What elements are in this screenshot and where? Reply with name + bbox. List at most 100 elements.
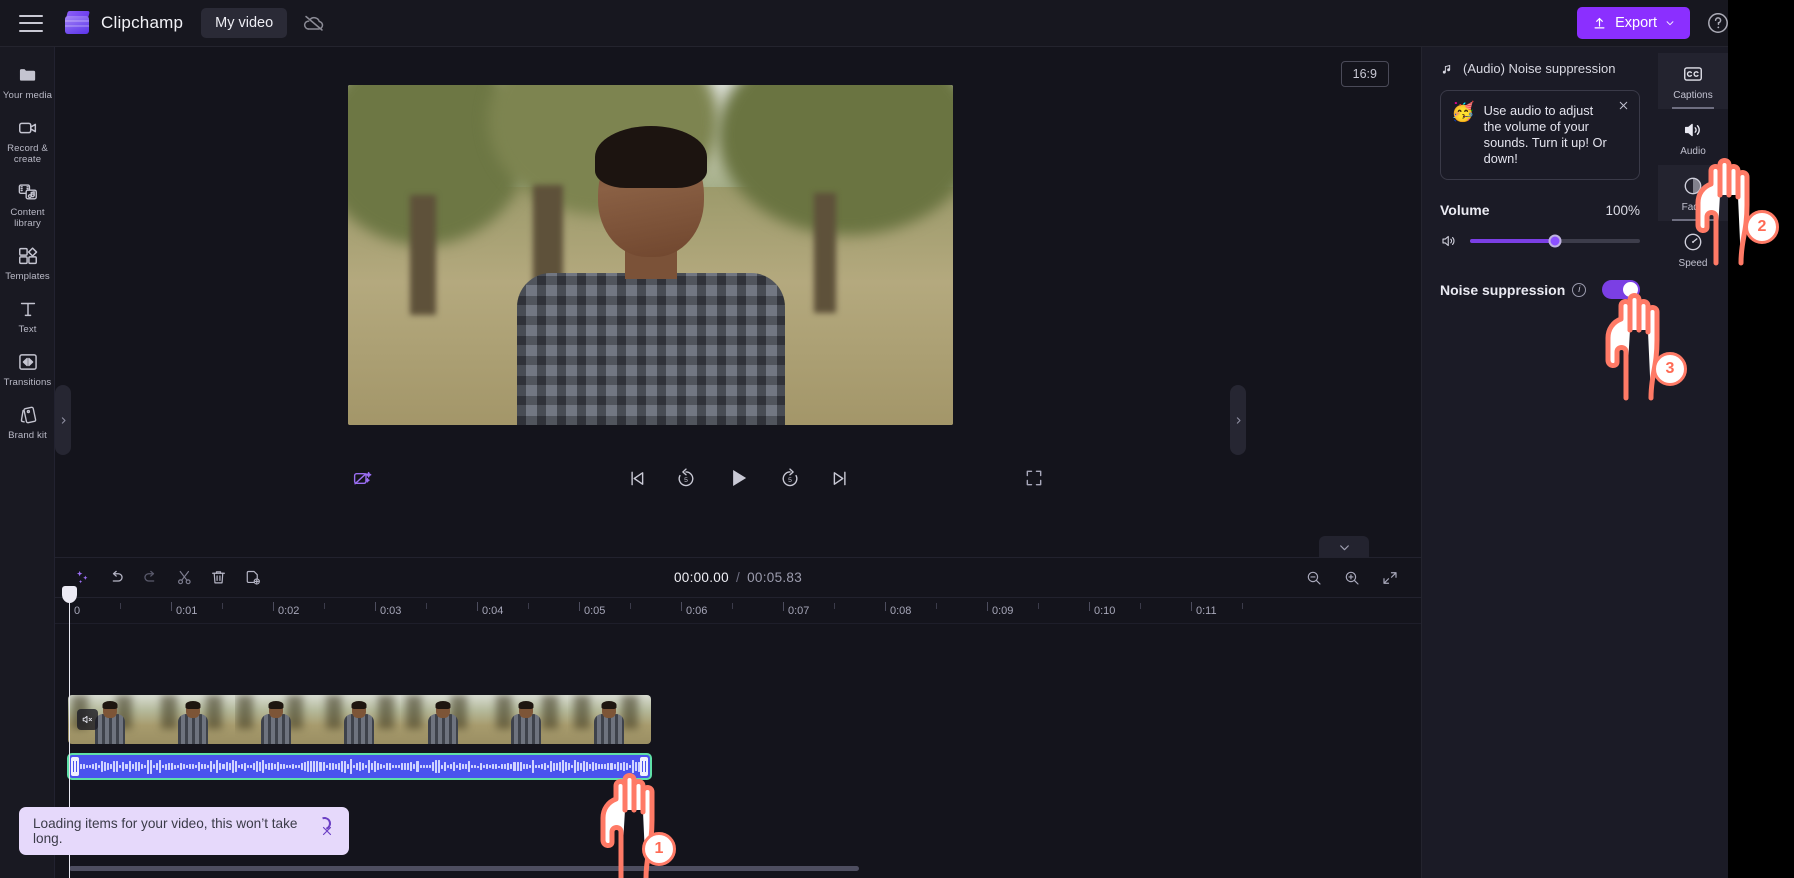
volume-slider-knob[interactable]: [1548, 234, 1562, 248]
skip-to-start-icon[interactable]: [621, 463, 651, 493]
scissors-icon[interactable]: [171, 565, 197, 591]
aspect-ratio-chip[interactable]: 16:9: [1340, 61, 1389, 87]
forward-5-icon[interactable]: 5: [775, 463, 805, 493]
transitions-icon: [17, 351, 39, 373]
sidebar-item-brand-kit[interactable]: Brand kit: [0, 395, 55, 448]
ruler-label: 0:01: [176, 605, 198, 617]
audio-clip[interactable]: [67, 753, 652, 780]
upload-icon: [1594, 17, 1605, 28]
timeline-toolbar: 00:00.00 / 00:05.83: [55, 558, 1421, 598]
sidebar-item-your-media[interactable]: Your media: [0, 55, 55, 108]
skip-to-end-icon[interactable]: [825, 463, 855, 493]
rail-item-fade[interactable]: Fade: [1658, 165, 1728, 221]
zoom-in-icon[interactable]: [1339, 565, 1365, 591]
collapse-right-panel-handle[interactable]: [1230, 385, 1246, 455]
ruler-label: 0:09: [992, 605, 1014, 617]
video-clip[interactable]: [68, 695, 651, 744]
templates-icon: [17, 245, 39, 267]
volume-value: 100%: [1605, 202, 1640, 218]
tip-card: 🥳 Use audio to adjust the volume of your…: [1440, 90, 1640, 180]
redo-icon[interactable]: [137, 565, 163, 591]
chevron-down-icon: [1666, 21, 1674, 26]
captions-icon: [1682, 63, 1704, 85]
svg-text:5: 5: [684, 477, 688, 484]
cloud-off-icon[interactable]: [301, 10, 327, 36]
fade-icon: [1682, 175, 1704, 197]
project-name-chip[interactable]: My video: [201, 8, 288, 38]
chevron-down-icon: [1339, 544, 1349, 550]
play-button[interactable]: [721, 461, 755, 495]
audio-clip-trim-right[interactable]: [640, 757, 648, 776]
music-note-icon: [1442, 64, 1451, 74]
hamburger-icon[interactable]: [19, 14, 43, 32]
zoom-out-icon[interactable]: [1301, 565, 1327, 591]
ruler-label: 0:03: [380, 605, 402, 617]
content-library-icon: [17, 181, 39, 203]
rail-label: Audio: [1680, 146, 1706, 157]
ruler-label: 0:07: [788, 605, 810, 617]
current-time: 00:00.00: [673, 570, 729, 585]
loading-toast: Loading items for your video, this won’t…: [19, 807, 349, 855]
undo-icon[interactable]: [103, 565, 129, 591]
toast-message: Loading items for your video, this won’t…: [33, 816, 298, 846]
brand-name: Clipchamp: [101, 13, 184, 32]
chevron-right-icon: [61, 416, 66, 424]
audio-icon: [1682, 119, 1704, 141]
timeline-horizontal-scrollbar[interactable]: [69, 866, 859, 871]
fullscreen-icon[interactable]: [1019, 463, 1049, 493]
volume-slider[interactable]: [1470, 234, 1640, 248]
rewind-5-icon[interactable]: 5: [671, 463, 701, 493]
video-preview[interactable]: [348, 85, 953, 425]
page-title: (Audio) Noise suppression: [1463, 61, 1616, 76]
volume-label: Volume: [1440, 202, 1490, 218]
ruler-label: 0: [74, 605, 81, 617]
rail-label: Captions: [1673, 90, 1713, 101]
brand-logo-group[interactable]: Clipchamp: [65, 11, 183, 35]
rail-item-speed[interactable]: Speed: [1658, 221, 1728, 277]
player-controls: 5 5: [55, 447, 1421, 509]
total-time: 00:05.83: [747, 570, 803, 585]
audio-waveform: [80, 755, 640, 778]
time-separator: /: [735, 570, 741, 585]
sidebar-label: Your media: [2, 90, 53, 101]
rail-item-audio[interactable]: Audio: [1658, 109, 1728, 165]
sidebar-label: Templates: [5, 271, 50, 282]
collapse-left-panel-handle[interactable]: [55, 385, 71, 455]
export-button[interactable]: Export: [1577, 7, 1690, 39]
rail-item-captions[interactable]: Captions: [1658, 53, 1728, 109]
close-icon[interactable]: [1615, 99, 1631, 115]
app-header: Clipchamp My video Export: [0, 0, 1794, 47]
trash-icon[interactable]: [205, 565, 231, 591]
sidebar-item-record-create[interactable]: Record & create: [0, 108, 55, 172]
left-sidebar: Your media Record & create Content libra…: [0, 47, 55, 878]
sidebar-item-content-library[interactable]: Content library: [0, 172, 55, 236]
noise-suppression-toggle[interactable]: [1602, 280, 1640, 299]
audio-clip-trim-left[interactable]: [71, 757, 79, 776]
properties-rail: Captions Audio Fade Speed: [1658, 47, 1728, 878]
sidebar-item-text[interactable]: Text: [0, 289, 55, 342]
sidebar-item-templates[interactable]: Templates: [0, 236, 55, 289]
export-label: Export: [1615, 15, 1657, 31]
sidebar-label: Transitions: [3, 377, 52, 388]
party-face-emoji: 🥳: [1451, 102, 1475, 123]
duplicate-icon[interactable]: [239, 565, 265, 591]
fit-to-screen-icon[interactable]: [1377, 565, 1403, 591]
properties-panel: (Audio) Noise suppression 🥳 Use audio to…: [1421, 47, 1658, 878]
info-icon[interactable]: i: [1572, 282, 1587, 297]
tip-text: Use audio to adjust the volume of your s…: [1483, 103, 1607, 166]
noise-suppression-label: Noise suppression: [1440, 281, 1566, 298]
timeline-ruler[interactable]: 0 0:01 0:02 0:03 0:04 0:05 0:06 0:07 0:0: [55, 598, 1421, 624]
clipchamp-logo-icon: [65, 11, 91, 35]
sidebar-label: Brand kit: [8, 430, 47, 441]
preview-stage: 16:9 5 5: [55, 47, 1421, 557]
volume-row: Volume 100%: [1440, 202, 1640, 218]
ruler-label: 0:10: [1094, 605, 1116, 617]
volume-slider-row: [1440, 232, 1640, 250]
sidebar-item-transitions[interactable]: Transitions: [0, 342, 55, 395]
help-circle-icon[interactable]: [1706, 11, 1730, 35]
ruler-label: 0:11: [1196, 605, 1217, 617]
mute-icon[interactable]: [77, 709, 98, 730]
ruler-label: 0:02: [278, 605, 300, 617]
timeline-collapse-button[interactable]: [1319, 536, 1369, 558]
ruler-label: 0:08: [890, 605, 912, 617]
